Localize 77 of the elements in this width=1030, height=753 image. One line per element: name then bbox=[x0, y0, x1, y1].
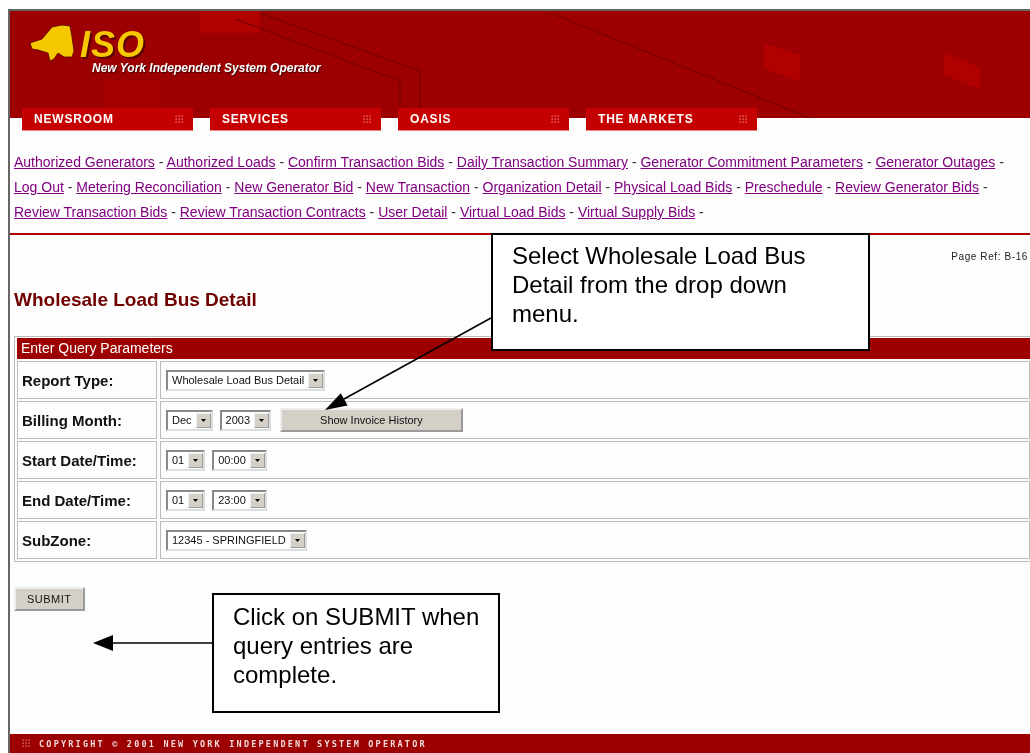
nav-link[interactable]: Physical Load Bids bbox=[614, 179, 733, 195]
caret-icon bbox=[188, 452, 204, 468]
callout-box: Click on SUBMIT when query entries are complete. bbox=[212, 593, 500, 713]
caret-icon bbox=[195, 412, 211, 428]
dots-icon bbox=[363, 114, 372, 124]
field-label: SubZone: bbox=[17, 521, 157, 559]
nav-link[interactable]: Generator Commitment Parameters bbox=[640, 154, 863, 170]
state-map-icon bbox=[28, 23, 78, 61]
field-label: Billing Month: bbox=[17, 401, 157, 439]
separator-text: - bbox=[569, 204, 575, 220]
nav-link[interactable]: Virtual Supply Bids bbox=[577, 204, 696, 220]
submit-button[interactable]: SUBMIT bbox=[14, 587, 85, 611]
separator-text: - bbox=[357, 179, 362, 195]
nav-tab[interactable]: OASIS bbox=[398, 108, 569, 131]
nav-tab[interactable]: NEWSROOM bbox=[22, 108, 193, 131]
nav-link[interactable]: Authorized Generators bbox=[14, 154, 155, 170]
caret-icon bbox=[249, 492, 265, 508]
copyright-text: COPYRIGHT © 2001 NEW YORK INDEPENDENT SYSTEM OPERATOR bbox=[39, 738, 427, 749]
dropdown[interactable]: 00:00 bbox=[212, 449, 267, 471]
separator-text: - bbox=[473, 179, 479, 195]
organization-name: New York Independent System Operator bbox=[92, 61, 321, 75]
dropdown[interactable]: 2003 bbox=[219, 409, 272, 431]
field-label: Start Date/Time: bbox=[17, 441, 157, 479]
page-title: Wholesale Load Bus Detail bbox=[14, 289, 258, 311]
separator-text: - bbox=[826, 179, 832, 195]
nav-link[interactable]: Metering Reconciliation bbox=[76, 179, 222, 195]
dropdown[interactable]: 12345 - SPRINGFIELD bbox=[166, 529, 307, 551]
separator-text: - bbox=[631, 154, 637, 170]
separator-text: - bbox=[171, 204, 176, 220]
nav-link[interactable]: Virtual Load Bids bbox=[459, 204, 566, 220]
nav-link[interactable]: New Transaction bbox=[365, 179, 471, 195]
separator-text: - bbox=[67, 179, 73, 195]
separator-text: - bbox=[158, 154, 164, 170]
nav-link[interactable]: Authorized Loads bbox=[166, 154, 276, 170]
caret-icon bbox=[249, 452, 265, 468]
dropdown[interactable]: Dec bbox=[166, 409, 213, 431]
separator-text: - bbox=[605, 179, 611, 195]
separator-text: - bbox=[451, 204, 456, 220]
callout-box: Select Wholesale Load Bus Detail from the drop down menu. bbox=[491, 233, 870, 351]
nav-link[interactable]: Generator Outages bbox=[875, 154, 996, 170]
nav-link[interactable]: Organization Detail bbox=[482, 179, 602, 195]
nav-link[interactable]: New Generator Bid bbox=[234, 179, 354, 195]
field-label: End Date/Time: bbox=[17, 481, 157, 519]
caret-icon bbox=[188, 492, 204, 508]
show-invoice-history-button[interactable]: Show Invoice History bbox=[280, 408, 463, 432]
nav-link[interactable]: Confirm Transaction Bids bbox=[287, 154, 445, 170]
dots-icon bbox=[739, 114, 748, 124]
dropdown[interactable]: 23:00 bbox=[212, 489, 267, 511]
separator-text: - bbox=[736, 179, 741, 195]
caret-icon bbox=[308, 372, 324, 388]
dropdown[interactable]: 01 bbox=[166, 489, 206, 511]
field-label: Report Type: bbox=[17, 361, 157, 399]
separator-text: - bbox=[369, 204, 375, 220]
separator-text: - bbox=[866, 154, 872, 170]
nav-link[interactable]: User Detail bbox=[378, 204, 448, 220]
nav-link[interactable]: Log Out bbox=[14, 179, 64, 195]
caret-icon bbox=[289, 532, 305, 548]
separator-text: - bbox=[982, 179, 988, 195]
nav-link[interactable]: Daily Transaction Summary bbox=[456, 154, 628, 170]
dots-icon bbox=[551, 114, 560, 124]
page-ref: Page Ref: B-16 bbox=[951, 251, 1028, 262]
dots-icon bbox=[175, 114, 184, 124]
nav-link[interactable]: Review Generator Bids bbox=[835, 179, 979, 195]
separator-text: - bbox=[448, 154, 453, 170]
dropdown[interactable]: 01 bbox=[166, 449, 206, 471]
nav-link[interactable]: Preschedule bbox=[744, 179, 823, 195]
caret-icon bbox=[254, 412, 270, 428]
separator-text: - bbox=[699, 204, 704, 220]
separator-text: - bbox=[279, 154, 285, 170]
dropdown[interactable]: Wholesale Load Bus Detail bbox=[166, 369, 326, 391]
separator-text: - bbox=[225, 179, 231, 195]
nav-tab[interactable]: SERVICES bbox=[210, 108, 381, 131]
nav-tab[interactable]: THE MARKETS bbox=[586, 108, 757, 131]
nav-link[interactable]: Review Transaction Contracts bbox=[179, 204, 366, 220]
nav-link[interactable]: Review Transaction Bids bbox=[14, 204, 168, 220]
dots-icon bbox=[22, 739, 31, 748]
separator-text: - bbox=[999, 154, 1004, 170]
